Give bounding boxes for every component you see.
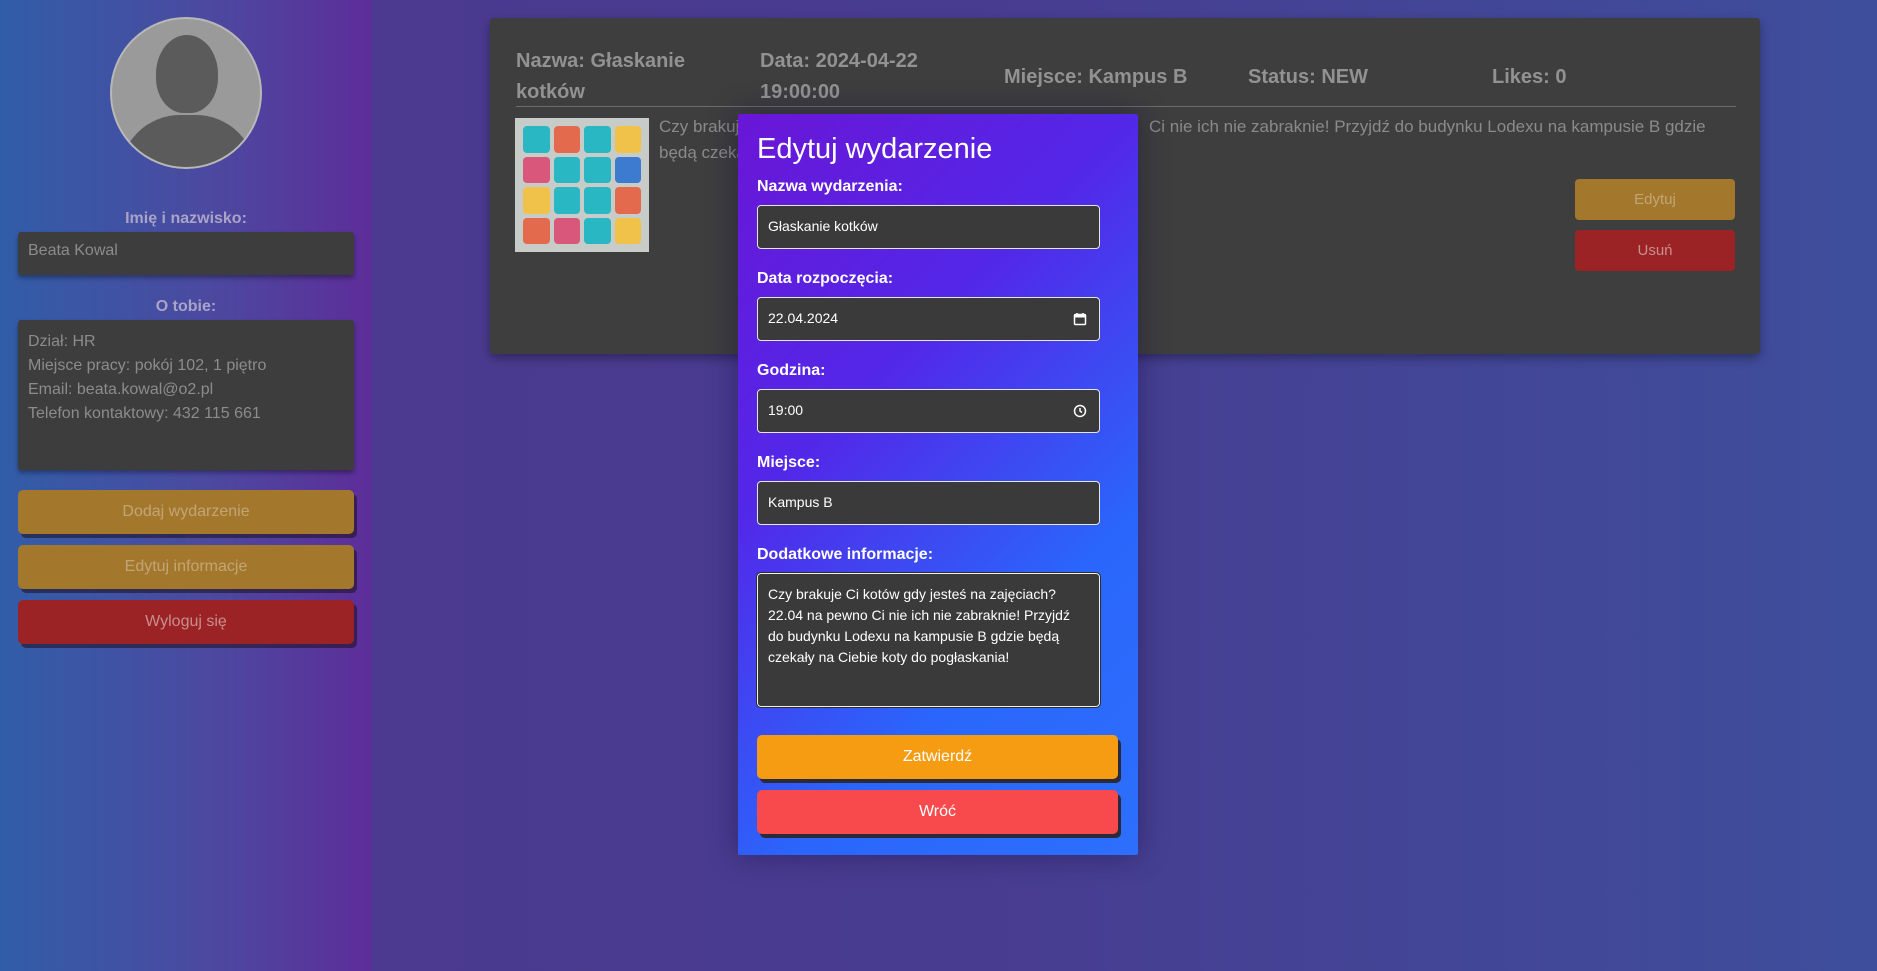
event-image — [515, 118, 649, 252]
modal-title: Edytuj wydarzenie — [757, 133, 993, 165]
start-date-input[interactable]: 22.04.2024 — [757, 297, 1100, 341]
logout-button[interactable]: Wyloguj się — [18, 600, 354, 644]
info-line: Czy brakuje Ci kotów gdy jesteś na zajęc… — [768, 586, 1056, 602]
additional-info-label: Dodatkowe informacje: — [757, 546, 934, 563]
delete-event-button[interactable]: Usuń — [1575, 230, 1735, 271]
about-textarea[interactable]: Dział: HR Miejsce pracy: pokój 102, 1 pi… — [18, 320, 354, 470]
info-line: 22.04 na pewno Ci nie ich nie zabraknie!… — [768, 607, 1070, 623]
event-name-line: Nazwa: Głaskanie — [516, 50, 685, 72]
additional-info-textarea[interactable]: Czy brakuje Ci kotów gdy jesteś na zajęc… — [756, 572, 1101, 708]
start-date-label: Data rozpoczęcia: — [757, 270, 894, 287]
about-line: Miejsce pracy: pokój 102, 1 piętro — [28, 357, 267, 374]
add-event-button[interactable]: Dodaj wydarzenie — [18, 490, 354, 534]
event-desc-fragment: Ci nie ich nie zabraknie! Przyjdź do bud… — [1149, 117, 1706, 136]
clock-icon[interactable] — [1073, 404, 1087, 418]
event-date-line: 19:00:00 — [760, 81, 841, 103]
event-name-line: kotków — [516, 81, 585, 103]
time-value: 19:00 — [768, 402, 804, 418]
submit-button[interactable]: Zatwierdź — [757, 735, 1118, 779]
time-label: Godzina: — [757, 362, 826, 379]
avatar — [110, 17, 262, 169]
event-name: Nazwa: Głaskanie kotków — [516, 46, 685, 108]
start-date-value: 22.04.2024 — [768, 310, 839, 326]
about-line: Email: beata.kowal@o2.pl — [28, 381, 214, 398]
place-input[interactable]: Kampus B — [757, 481, 1100, 525]
event-status: Status: NEW — [1248, 66, 1368, 88]
edit-info-button[interactable]: Edytuj informacje — [18, 545, 354, 589]
name-field[interactable]: Beata Kowal — [18, 232, 354, 275]
time-input[interactable]: 19:00 — [757, 389, 1100, 433]
event-place: Miejsce: Kampus B — [1004, 66, 1188, 88]
info-line: czekały na Ciebie koty do pogłaskania! — [768, 649, 1010, 665]
event-name-input[interactable]: Głaskanie kotków — [757, 205, 1100, 249]
event-date: Data: 2024-04-22 19:00:00 — [760, 46, 918, 108]
back-button[interactable]: Wróć — [757, 790, 1118, 834]
name-label: Imię i nazwisko: — [125, 210, 247, 227]
edit-event-button[interactable]: Edytuj — [1575, 179, 1735, 220]
place-label: Miejsce: — [757, 454, 821, 471]
info-line: do budynku Lodexu na kampusie B gdzie bę… — [768, 628, 1060, 644]
about-label: O tobie: — [155, 298, 217, 315]
calendar-icon[interactable] — [1073, 312, 1087, 326]
divider — [516, 106, 1736, 107]
event-likes: Likes: 0 — [1492, 66, 1567, 88]
event-name-label: Nazwa wydarzenia: — [757, 178, 903, 195]
about-line: Telefon kontaktowy: 432 115 661 — [28, 405, 261, 422]
event-desc-fragment: Czy brakuj — [659, 117, 740, 136]
event-date-line: Data: 2024-04-22 — [760, 50, 918, 72]
sidebar: Imię i nazwisko: Beata Kowal O tobie: Dz… — [0, 0, 390, 971]
avatar-head-shape — [156, 35, 218, 113]
about-line: Dział: HR — [28, 333, 96, 350]
avatar-body-shape — [120, 115, 256, 167]
edit-event-modal: Edytuj wydarzenie Nazwa wydarzenia: Głas… — [738, 114, 1138, 855]
